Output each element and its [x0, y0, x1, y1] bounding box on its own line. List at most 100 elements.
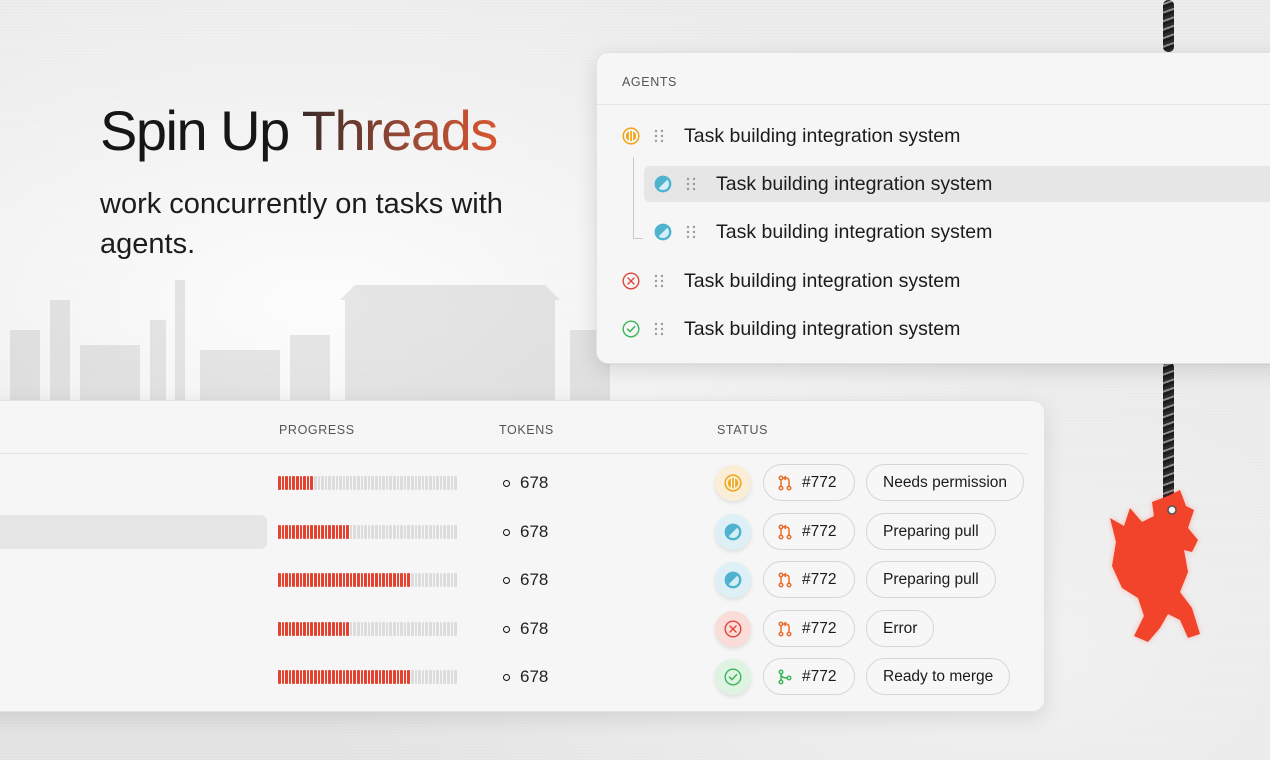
progress-segment: [400, 670, 403, 684]
progress-segment: [378, 476, 382, 490]
progress-segment: [317, 525, 321, 539]
progress-segment: [292, 476, 295, 490]
progress-segment: [310, 476, 313, 490]
progress-segment: [421, 670, 425, 684]
drag-handle-icon[interactable]: [654, 274, 664, 288]
progress-segment: [324, 670, 328, 684]
progress-segment: [371, 670, 375, 684]
progress-segment: [306, 476, 310, 490]
table-row[interactable]: 678 #772 Needs permission: [0, 463, 1044, 503]
progress-segment: [367, 525, 371, 539]
status-badge[interactable]: Preparing pull: [866, 513, 996, 550]
progress-segment: [428, 476, 432, 490]
progress-segment: [335, 622, 339, 636]
pull-request-button[interactable]: #772: [763, 610, 855, 647]
token-dot-icon: [503, 625, 510, 633]
progress-segment: [342, 670, 346, 684]
progress-segment: [310, 622, 313, 636]
progress-segment: [436, 573, 439, 587]
progress-segment: [346, 670, 349, 684]
threads-table: PROGRESS TOKENS STATUS 678 #772 Needs pe…: [0, 400, 1045, 712]
progress-segment: [403, 476, 407, 490]
agent-row[interactable]: Task building integration system: [622, 263, 1222, 299]
progress-segment: [346, 525, 349, 539]
table-row[interactable]: 678 #772 Ready to merge: [0, 657, 1044, 697]
pr-number: #772: [802, 473, 837, 491]
status-badge[interactable]: Needs permission: [866, 464, 1025, 501]
progress-segment: [450, 670, 454, 684]
progress-segment: [346, 573, 349, 587]
progress-segment: [421, 622, 425, 636]
pull-request-button[interactable]: #772: [763, 658, 855, 695]
drag-handle-icon[interactable]: [686, 225, 696, 239]
progress-segment: [410, 525, 414, 539]
progress-segment: [281, 622, 285, 636]
agent-row-selected[interactable]: Task building integration system: [644, 166, 1270, 202]
progress-segment: [454, 476, 457, 490]
agent-row[interactable]: Task building integration system: [654, 214, 1254, 250]
progress-segment: [421, 476, 425, 490]
column-header-tokens: TOKENS: [499, 423, 554, 437]
pull-request-button[interactable]: #772: [763, 464, 855, 501]
token-value: 678: [520, 473, 549, 492]
table-row[interactable]: 678 #772 Preparing pull: [0, 560, 1044, 600]
status-badge[interactable]: Error: [866, 610, 935, 647]
progress-segment: [295, 622, 299, 636]
progress-segment: [306, 573, 310, 587]
progress-segment: [418, 476, 421, 490]
hero: Spin Up Threads work concurrently on tas…: [100, 98, 520, 264]
pull-request-button[interactable]: #772: [763, 513, 855, 550]
progress-segment: [360, 670, 364, 684]
progress-segment: [313, 525, 317, 539]
table-row-selected[interactable]: 678 #772 Preparing pull: [0, 512, 1044, 552]
table-row[interactable]: 678 #772 Error: [0, 609, 1044, 649]
progress-segment: [446, 476, 450, 490]
progress-segment: [278, 670, 281, 684]
rope-top: [1163, 0, 1174, 52]
progress-segment: [339, 525, 342, 539]
token-dot-icon: [503, 528, 510, 536]
progress-segment: [317, 476, 321, 490]
progress-segment: [414, 622, 418, 636]
progress-segment: [292, 525, 295, 539]
drag-handle-icon[interactable]: [686, 177, 696, 191]
progress-segment: [353, 573, 357, 587]
progress-segment: [321, 670, 324, 684]
progress-bar: [278, 670, 458, 684]
status-badge[interactable]: Ready to merge: [866, 658, 1011, 695]
error-icon: [715, 611, 751, 647]
progress-segment: [375, 670, 378, 684]
progress-segment: [450, 525, 454, 539]
token-count: 678: [503, 522, 548, 542]
progress-segment: [285, 622, 288, 636]
progress-segment: [439, 670, 443, 684]
progress-segment: [295, 525, 299, 539]
progress-segment: [310, 670, 313, 684]
progress-segment: [425, 670, 428, 684]
progress-segment: [439, 525, 443, 539]
progress-segment: [310, 525, 313, 539]
drag-handle-icon[interactable]: [654, 129, 664, 143]
drag-handle-icon[interactable]: [654, 322, 664, 336]
column-header-status: STATUS: [717, 423, 769, 437]
progress-segment: [335, 573, 339, 587]
progress-segment: [385, 476, 389, 490]
agent-row[interactable]: Task building integration system: [622, 118, 1222, 154]
progress-segment: [436, 476, 439, 490]
progress-segment: [428, 525, 432, 539]
progress-segment: [292, 622, 295, 636]
token-dot-icon: [503, 479, 510, 487]
progress-segment: [393, 573, 396, 587]
progress-segment: [306, 670, 310, 684]
agent-row[interactable]: Task building integration system: [622, 311, 1222, 347]
progress-segment: [295, 476, 299, 490]
progress-segment: [292, 670, 295, 684]
pull-request-button[interactable]: #772: [763, 561, 855, 598]
progress-segment: [306, 525, 310, 539]
progress-segment: [339, 622, 342, 636]
progress-segment: [353, 525, 357, 539]
progress-segment: [367, 670, 371, 684]
progress-segment: [360, 573, 364, 587]
status-badge[interactable]: Preparing pull: [866, 561, 996, 598]
progress-segment: [335, 476, 339, 490]
